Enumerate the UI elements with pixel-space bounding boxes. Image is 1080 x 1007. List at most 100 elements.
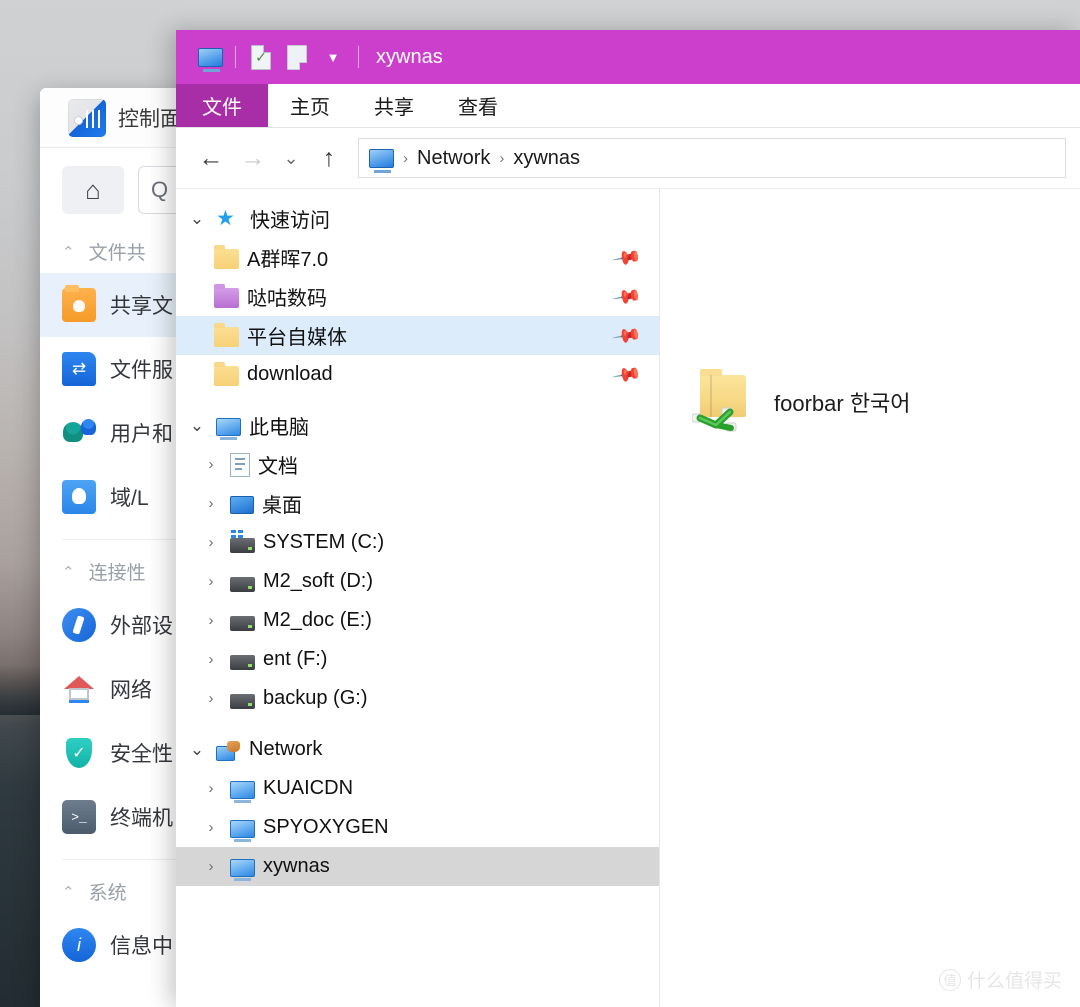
chevron-down-icon[interactable]: ⌄ xyxy=(186,416,208,436)
chevron-up-icon: ⌃ xyxy=(62,563,75,581)
folder-yellow-icon xyxy=(214,362,239,386)
chevron-right-icon[interactable]: › xyxy=(200,819,222,836)
file-list-pane[interactable]: foorbar 한국어 xyxy=(660,189,1080,1007)
pin-icon[interactable]: 📌 xyxy=(611,319,644,352)
quick-access-toolbar: ▼ xyxy=(192,40,366,74)
sidebar-item-label: 用户和 xyxy=(110,423,173,446)
tab-share[interactable]: 共享 xyxy=(352,84,436,127)
tree-item-m2-doc-e[interactable]: › M2_doc (E:) xyxy=(176,601,659,640)
back-arrow-icon: ← xyxy=(198,143,224,172)
computer-icon xyxy=(230,859,255,881)
qat-properties-button[interactable] xyxy=(243,40,279,74)
chevron-right-icon[interactable]: › xyxy=(200,456,222,473)
explorer-address-bar: ← → ⌄ ↑ › Network › xywnas xyxy=(176,128,1080,188)
breadcrumb-item-xywnas[interactable]: xywnas xyxy=(513,147,580,170)
tree-label: Network xyxy=(249,738,323,760)
tree-label: 桌面 xyxy=(262,495,302,517)
file-sync-icon xyxy=(62,352,96,386)
domain-icon xyxy=(62,480,96,514)
tree-item-backup-g[interactable]: › backup (G:) xyxy=(176,679,659,718)
drive-icon xyxy=(230,576,255,592)
recent-locations-caret-icon: ⌄ xyxy=(283,147,299,168)
tree-item-m2-soft-d[interactable]: › M2_soft (D:) xyxy=(176,562,659,601)
pin-icon[interactable]: 📌 xyxy=(611,280,644,313)
chevron-down-icon[interactable]: ⌄ xyxy=(186,209,208,229)
chevron-right-icon[interactable]: › xyxy=(200,651,222,668)
explorer-window-title: xywnas xyxy=(376,45,443,68)
qat-new-folder-button[interactable] xyxy=(279,40,315,74)
qat-customize-button[interactable]: ▼ xyxy=(315,40,351,74)
chevron-right-icon[interactable]: › xyxy=(200,612,222,629)
tree-item-a-qunhui[interactable]: A群晖7.0 📌 xyxy=(176,238,659,277)
chevron-right-icon[interactable]: › xyxy=(200,690,222,707)
network-share-pipe-icon xyxy=(692,407,737,432)
this-pc-icon xyxy=(369,148,394,173)
recent-locations-button[interactable]: ⌄ xyxy=(274,148,308,169)
documents-icon xyxy=(230,452,250,477)
separator xyxy=(235,46,236,68)
drive-icon xyxy=(230,693,255,709)
tree-label: 哒咕数码 xyxy=(247,288,327,310)
system-drive-icon xyxy=(230,529,255,553)
pin-icon[interactable]: 📌 xyxy=(611,358,644,391)
tree-item-xywnas[interactable]: › xywnas xyxy=(176,847,659,886)
chevron-right-icon[interactable]: › xyxy=(200,573,222,590)
tree-item-download[interactable]: download 📌 xyxy=(176,355,659,394)
group-label: 文件共 xyxy=(88,243,146,264)
chevron-right-icon[interactable]: › xyxy=(200,780,222,797)
tree-item-spyoxygen[interactable]: › SPYOXYGEN xyxy=(176,808,659,847)
breadcrumb[interactable]: › Network › xywnas xyxy=(358,138,1066,178)
breadcrumb-item-network[interactable]: Network xyxy=(417,147,490,170)
tree-node-this-pc[interactable]: ⌄ 此电脑 xyxy=(176,406,659,445)
terminal-icon xyxy=(62,800,96,834)
breadcrumb-separator: › xyxy=(499,149,505,167)
folder-yellow-icon xyxy=(214,323,239,347)
chevron-right-icon[interactable]: › xyxy=(200,495,222,512)
customize-caret-icon: ▼ xyxy=(326,49,340,65)
list-item[interactable]: foorbar 한국어 xyxy=(688,369,911,433)
navigation-pane[interactable]: ⌄ ★ 快速访问 A群晖7.0 📌 哒咕数码 📌 平台自媒体 📌 downloa… xyxy=(176,189,660,1007)
computer-icon xyxy=(230,781,255,803)
tree-item-documents[interactable]: › 文档 xyxy=(176,445,659,484)
quick-access-star-icon: ★ xyxy=(216,206,235,230)
tree-label: 此电脑 xyxy=(249,417,309,439)
up-arrow-icon: ↑ xyxy=(322,143,336,172)
sidebar-item-label: 文件服 xyxy=(110,359,173,382)
file-explorer-window[interactable]: ▼ xywnas 文件 主页 共享 查看 ← → ⌄ ↑ › Network ›… xyxy=(176,30,1080,1007)
watermark: 值 什么值得买 xyxy=(938,966,1062,993)
tab-home[interactable]: 主页 xyxy=(268,84,352,127)
folder-yellow-icon xyxy=(214,245,239,269)
info-icon xyxy=(62,928,96,962)
qat-this-pc-button[interactable] xyxy=(192,40,228,74)
group-label: 连接性 xyxy=(88,563,146,584)
group-label: 系统 xyxy=(88,883,127,904)
tree-node-network[interactable]: ⌄ Network xyxy=(176,730,659,769)
chevron-right-icon[interactable]: › xyxy=(200,858,222,875)
tree-label: A群晖7.0 xyxy=(247,249,329,271)
tree-item-kuaicdn[interactable]: › KUAICDN xyxy=(176,769,659,808)
up-button[interactable]: ↑ xyxy=(308,144,350,173)
tree-node-quick-access[interactable]: ⌄ ★ 快速访问 xyxy=(176,199,659,238)
explorer-ribbon-tabs: 文件 主页 共享 查看 xyxy=(176,84,1080,128)
explorer-main: ⌄ ★ 快速访问 A群晖7.0 📌 哒咕数码 📌 平台自媒体 📌 downloa… xyxy=(176,188,1080,1007)
tree-item-desktop[interactable]: › 桌面 xyxy=(176,484,659,523)
chevron-down-icon[interactable]: ⌄ xyxy=(186,740,208,760)
separator xyxy=(358,46,359,68)
tree-item-ent-f[interactable]: › ent (F:) xyxy=(176,640,659,679)
tree-item-pingtai-zimeiti[interactable]: 平台自媒体 📌 xyxy=(176,316,659,355)
tree-label: M2_doc (E:) xyxy=(263,609,372,631)
tree-item-system-c[interactable]: › SYSTEM (C:) xyxy=(176,523,659,562)
home-button[interactable]: ⌂ xyxy=(62,166,124,214)
tab-file[interactable]: 文件 xyxy=(176,84,268,127)
pin-icon[interactable]: 📌 xyxy=(611,241,644,274)
tree-item-dagu-shuma[interactable]: 哒咕数码 📌 xyxy=(176,277,659,316)
this-pc-icon xyxy=(197,47,223,72)
tree-label: KUAICDN xyxy=(263,777,354,799)
back-button[interactable]: ← xyxy=(190,144,232,173)
chevron-right-icon[interactable]: › xyxy=(200,534,222,551)
sidebar-item-label: 网络 xyxy=(110,679,152,702)
tab-view[interactable]: 查看 xyxy=(436,84,520,127)
forward-button[interactable]: → xyxy=(232,144,274,173)
desktop-icon xyxy=(230,496,254,514)
new-folder-icon xyxy=(287,44,307,70)
